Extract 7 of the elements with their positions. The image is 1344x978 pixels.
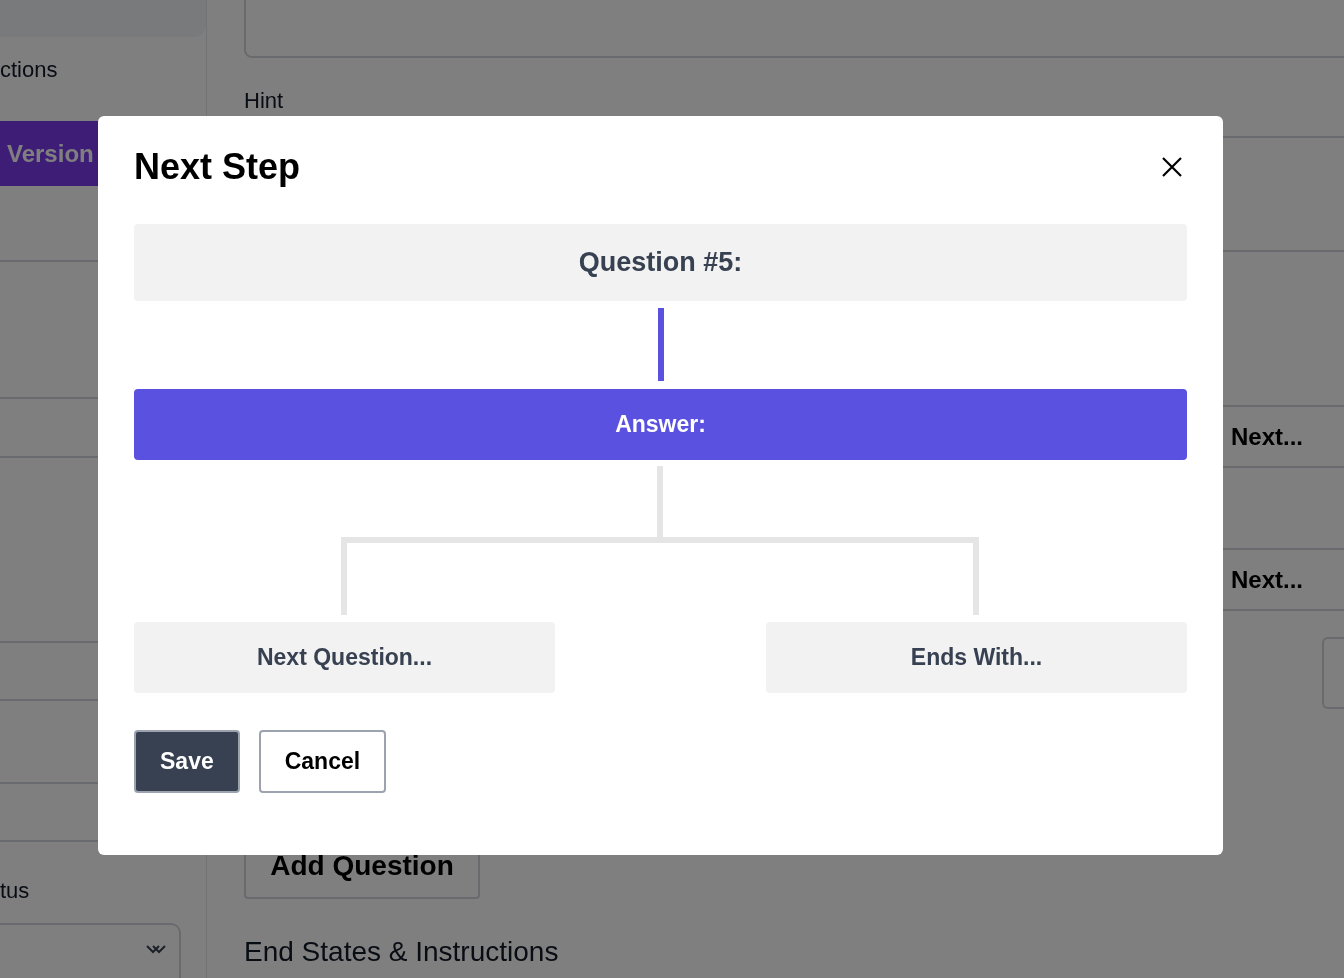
question-node: Question #5: — [134, 224, 1187, 301]
dialog-title: Next Step — [134, 146, 301, 188]
hint-label: Hint — [244, 88, 284, 114]
section-heading: End States & Instructions — [244, 935, 559, 969]
answer-node: Answer: — [134, 389, 1187, 460]
status-label: tus — [0, 878, 31, 904]
section-label: ctions — [0, 57, 59, 83]
